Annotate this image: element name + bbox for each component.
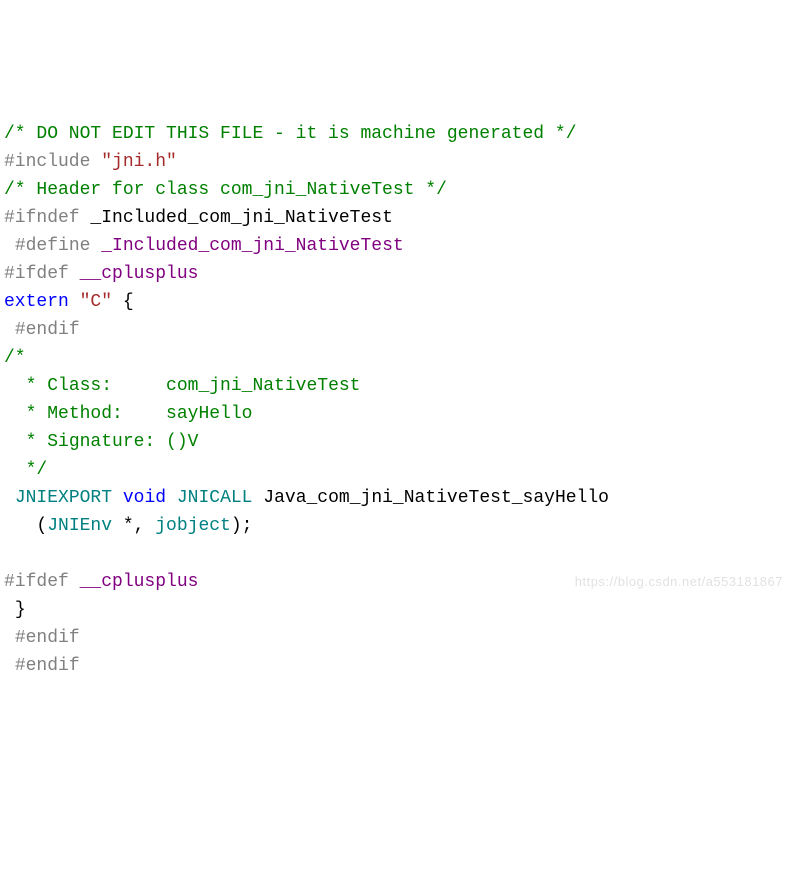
code-line: */ [4, 456, 791, 484]
code-line: #endif [4, 624, 791, 652]
code-line: ⁢#ifndef _Included_com_jni_NativeTest [4, 204, 791, 232]
code-line: #endif [4, 316, 791, 344]
code-line: ⁢#ifdef __cplusplus [4, 260, 791, 288]
code-line: * Signature: ()V [4, 428, 791, 456]
code-line: ⁢/* [4, 344, 791, 372]
code-line: } [4, 596, 791, 624]
code-line: #endif [4, 652, 791, 680]
code-line: /* DO NOT EDIT THIS FILE - it is machine… [4, 120, 791, 148]
code-line: * Class: com_jni_NativeTest [4, 372, 791, 400]
code-block: /* DO NOT EDIT THIS FILE - it is machine… [4, 120, 791, 680]
code-line: (JNIEnv *, jobject); [4, 512, 791, 540]
code-line: /* Header for class com_jni_NativeTest *… [4, 176, 791, 204]
code-line: #define _Included_com_jni_NativeTest [4, 232, 791, 260]
code-line: ⁢extern "C" { [4, 288, 791, 316]
code-line: #include "jni.h" [4, 148, 791, 176]
code-line: * Method: sayHello [4, 400, 791, 428]
code-line [4, 540, 791, 568]
watermark-text: https://blog.csdn.net/a553181867 [575, 568, 783, 596]
code-line: JNIEXPORT void JNICALL Java_com_jni_Nati… [4, 484, 791, 512]
